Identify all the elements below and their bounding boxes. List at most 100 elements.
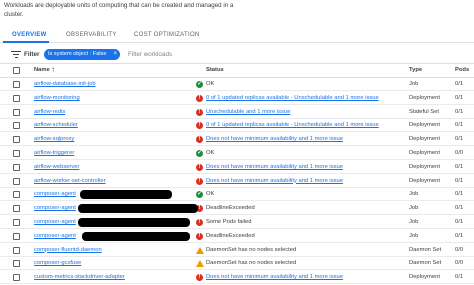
tab-cost-optimization[interactable]: COST OPTIMIZATION bbox=[134, 32, 200, 38]
workload-name-link[interactable]: composer-fluentd-daemon bbox=[34, 247, 102, 253]
tab-overview[interactable]: OVERVIEW bbox=[12, 32, 47, 38]
workload-pods: 0/1 bbox=[455, 136, 464, 143]
status-ok-icon: ✓ bbox=[196, 150, 203, 157]
intro-text: Workloads are deployable units of comput… bbox=[4, 2, 234, 18]
workload-status: DeadlineExceeded bbox=[206, 205, 255, 212]
workload-name-link[interactable]: airflow-monitoring bbox=[34, 95, 80, 101]
workload-status[interactable]: Does not have minimum availability and 1… bbox=[206, 136, 343, 142]
redaction-bar bbox=[82, 231, 190, 241]
row-checkbox[interactable] bbox=[13, 177, 20, 185]
redaction-bar bbox=[78, 218, 190, 227]
tab-bar: OVERVIEW OBSERVABILITY COST OPTIMIZATION bbox=[0, 29, 474, 43]
table-row: airflow-scheduler! 0 of 1 updated replica… bbox=[0, 119, 474, 133]
workload-name-link[interactable]: composer-agent bbox=[34, 191, 76, 197]
status-error-icon: ! bbox=[196, 136, 203, 144]
tab-observability[interactable]: OBSERVABILITY bbox=[66, 32, 117, 38]
workload-status[interactable]: Unschedulable and 1 more issue bbox=[206, 109, 290, 115]
workload-pods: 0/0 bbox=[455, 260, 464, 267]
workload-status[interactable]: 0 of 1 updated replicas available - Unsc… bbox=[206, 122, 379, 128]
workload-status: DaemonSet has no nodes selected bbox=[206, 246, 297, 253]
workload-type: Deployment bbox=[409, 177, 440, 184]
sort-ascending-icon[interactable]: ↑ bbox=[51, 65, 55, 74]
workload-pods: 0/1 bbox=[455, 122, 464, 129]
filter-icon[interactable] bbox=[11, 51, 21, 59]
workload-status: OK bbox=[206, 191, 215, 198]
row-checkbox[interactable] bbox=[13, 108, 20, 116]
workload-status[interactable]: 0 of 1 updated replicas available - Unsc… bbox=[206, 95, 379, 101]
column-status-header: Status bbox=[206, 67, 224, 73]
workload-status: DeadlineExceeded bbox=[206, 232, 255, 239]
workload-pods: 0/1 bbox=[455, 205, 464, 212]
table-row: composer-agent ✓ OK Job 0/1 bbox=[0, 188, 474, 202]
column-name-header[interactable]: Name bbox=[34, 67, 50, 73]
row-checkbox[interactable] bbox=[13, 150, 20, 157]
workload-name-link[interactable]: airflow-redis bbox=[34, 109, 65, 115]
workload-status[interactable]: Does not have minimum availability and 1… bbox=[206, 274, 343, 280]
workload-name-link[interactable]: composer-agent bbox=[34, 233, 76, 239]
workload-name-link[interactable]: airflow-database-init-job bbox=[34, 81, 96, 87]
workload-status[interactable]: Does not have minimum availability and 1… bbox=[206, 164, 343, 170]
filter-chip[interactable]: Is system object : False × bbox=[44, 49, 120, 60]
filter-bar: Filter Is system object : False × Filter… bbox=[0, 46, 474, 64]
row-checkbox[interactable] bbox=[13, 191, 20, 199]
table-row: composer-fluentd-daemon DaemonSet has no … bbox=[0, 244, 474, 257]
workload-name-link[interactable]: airflow-scheduler bbox=[34, 122, 78, 128]
column-pods-header: Pods bbox=[455, 67, 470, 73]
workload-name-link[interactable]: airflow-triggerer bbox=[34, 150, 74, 156]
row-checkbox[interactable] bbox=[13, 274, 20, 282]
workload-type: Job bbox=[409, 205, 419, 212]
row-checkbox[interactable] bbox=[13, 260, 20, 268]
workload-pods: 0/0 bbox=[455, 246, 464, 253]
status-error-icon: ! bbox=[196, 122, 203, 130]
status-ok-icon: ✓ bbox=[196, 191, 203, 199]
filter-label[interactable]: Filter bbox=[24, 51, 39, 58]
table-row: airflow-webserver! Does not have minimum … bbox=[0, 161, 474, 174]
table-header: Name ↑ Status Type Pods bbox=[0, 64, 474, 78]
workload-type: Deployment bbox=[409, 122, 440, 129]
workload-type: Deployment bbox=[409, 136, 440, 143]
status-warning-icon bbox=[196, 246, 204, 254]
workload-status: Some Pods failed bbox=[206, 219, 252, 225]
workload-name-link[interactable]: composer-agent bbox=[34, 205, 76, 211]
workload-name-link[interactable]: composer-gcsfuse bbox=[34, 260, 81, 266]
row-checkbox[interactable] bbox=[13, 136, 20, 144]
workload-pods: 0/1 bbox=[455, 94, 464, 101]
row-checkbox[interactable] bbox=[13, 205, 20, 213]
redaction-bar bbox=[80, 190, 172, 200]
row-checkbox[interactable] bbox=[13, 122, 20, 130]
row-checkbox[interactable] bbox=[13, 219, 20, 226]
workload-type: Deployment bbox=[409, 274, 440, 281]
status-error-icon: ! bbox=[196, 163, 203, 171]
chip-close-icon[interactable]: × bbox=[113, 49, 117, 60]
row-checkbox[interactable] bbox=[13, 81, 20, 88]
workload-name-link[interactable]: airflow-webserver bbox=[34, 164, 79, 170]
workload-type: Stateful Set bbox=[409, 108, 439, 115]
table-row: custom-metrics-stackdriver-adapter! Does … bbox=[0, 271, 474, 285]
workload-pods: 0/1 bbox=[455, 232, 464, 239]
workload-type: Deployment bbox=[409, 163, 440, 170]
row-checkbox[interactable] bbox=[13, 246, 20, 254]
table-row: airflow-triggerer ✓ OK Deployment 0/0 bbox=[0, 147, 474, 160]
workload-name-link[interactable]: airflow-worker-set-controller bbox=[34, 178, 106, 184]
row-checkbox[interactable] bbox=[13, 163, 20, 171]
column-type-header: Type bbox=[409, 67, 423, 73]
filter-workloads-input[interactable]: Filter workloads bbox=[128, 51, 172, 58]
select-all-checkbox[interactable] bbox=[13, 67, 20, 74]
workload-type: Job bbox=[409, 232, 419, 239]
workload-name-link[interactable]: custom-metrics-stackdriver-adapter bbox=[34, 274, 125, 280]
status-error-icon: ! bbox=[196, 219, 203, 226]
table-row: composer-gcsfuse DaemonSet has no nodes s… bbox=[0, 257, 474, 271]
status-warning-icon bbox=[196, 260, 204, 268]
row-checkbox[interactable] bbox=[13, 94, 20, 102]
workload-name-link[interactable]: airflow-sqlproxy bbox=[34, 136, 74, 142]
row-checkbox[interactable] bbox=[13, 232, 20, 240]
workload-name-link[interactable]: composer-agent bbox=[34, 219, 76, 225]
workload-status[interactable]: Does not have minimum availability and 1… bbox=[206, 178, 343, 184]
filter-chip-label: Is system object : False bbox=[48, 51, 107, 57]
tab-active-underline bbox=[3, 41, 49, 43]
status-error-icon: ! bbox=[196, 232, 203, 240]
table-row: airflow-sqlproxy! Does not have minimum a… bbox=[0, 133, 474, 147]
workload-type: Job bbox=[409, 191, 419, 198]
workload-type: Deployment bbox=[409, 94, 440, 101]
workload-type: Job bbox=[409, 219, 419, 225]
